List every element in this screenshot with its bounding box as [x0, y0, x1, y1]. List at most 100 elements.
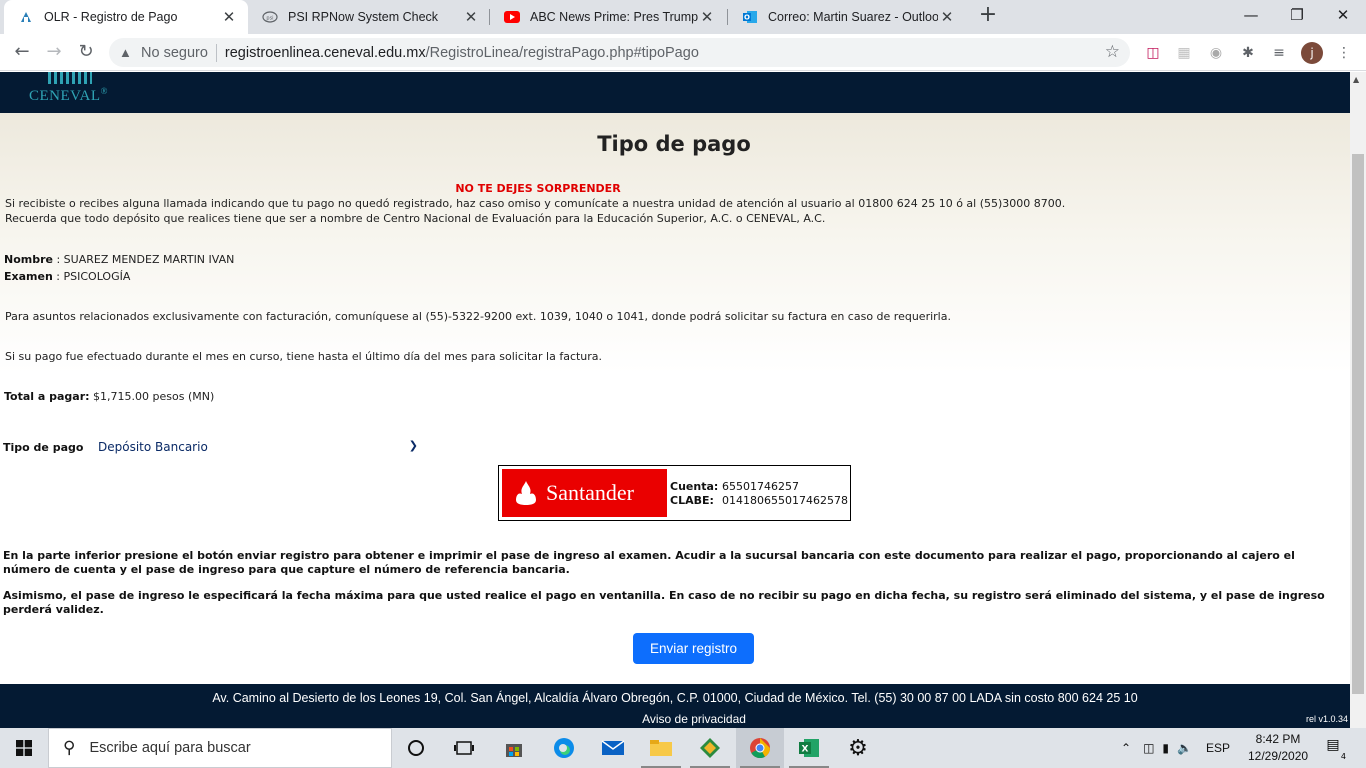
youtube-favicon-icon	[504, 9, 520, 25]
ceneval-logo[interactable]: CENEVAL®	[29, 86, 108, 105]
outlook-favicon-icon: O	[742, 9, 758, 25]
exam-value: : PSICOLOGÍA	[52, 270, 131, 283]
bank-details-box: Santander Cuenta: 65501746257 CLABE: 01418…	[498, 465, 851, 521]
file-explorer-icon[interactable]	[637, 728, 685, 768]
site-footer: Av. Camino al Desierto de los Leones 19,…	[0, 684, 1350, 728]
mail-icon[interactable]	[589, 728, 637, 768]
payment-type-select[interactable]: Depósito Bancario ❯	[98, 439, 418, 454]
profile-avatar[interactable]: j	[1301, 42, 1323, 64]
divider	[215, 43, 217, 62]
instruction-paragraph-2: Asimismo, el pase de ingreso le especifi…	[3, 589, 1325, 616]
bank-account-info: Cuenta: 65501746257 CLABE: 014180655017462…	[670, 480, 848, 508]
site-header: CENEVAL®	[0, 72, 1350, 113]
tab-olr-registro[interactable]: OLR - Registro de Pago ✕	[4, 0, 248, 34]
payment-type-label: Tipo de pago	[3, 440, 84, 454]
cortana-icon[interactable]	[392, 728, 440, 768]
tab-title: OLR - Registro de Pago	[44, 10, 178, 24]
page-title: Tipo de pago	[597, 132, 751, 156]
santander-logo: Santander	[502, 469, 667, 517]
tab-strip: OLR - Registro de Pago ✕ psi PSI RPNow S…	[0, 0, 1366, 34]
extensions-puzzle-icon[interactable]: ✱	[1238, 43, 1258, 63]
scrollbar-thumb[interactable]	[1352, 154, 1364, 694]
tab-title: Correo: Martin Suarez - Outlook	[768, 10, 938, 24]
registered-mark: ®	[100, 86, 108, 96]
forward-icon[interactable]: →	[41, 40, 67, 66]
extension-grid-icon[interactable]: ▦	[1174, 43, 1194, 63]
exam-label: Examen	[4, 270, 53, 283]
tab-psi-rpnow[interactable]: psi PSI RPNow System Check ✕	[248, 0, 490, 34]
clabe-label: CLABE:	[670, 494, 714, 507]
battery-icon[interactable]: ▮	[1162, 741, 1169, 755]
url-text[interactable]: registroenlinea.ceneval.edu.mx/RegistroL…	[225, 45, 699, 61]
svg-text:psi: psi	[266, 16, 273, 22]
network-icon[interactable]: ◫	[1143, 741, 1154, 755]
close-tab-icon[interactable]: ✕	[698, 8, 716, 26]
back-icon[interactable]: ←	[9, 40, 35, 66]
psi-favicon-icon: psi	[262, 9, 278, 25]
clock-date: 12/29/2020	[1248, 749, 1309, 763]
alert-line-1: Si recibiste o recibes alguna llamada in…	[5, 197, 1066, 210]
extension-shield-icon[interactable]: ◫	[1143, 43, 1163, 63]
show-hidden-icons-chevron-icon[interactable]: ⌃	[1121, 741, 1131, 755]
name-label: Nombre	[4, 253, 53, 266]
minimize-icon[interactable]: —	[1228, 0, 1274, 32]
scroll-up-icon[interactable]: ▲	[1353, 75, 1359, 84]
close-tab-icon[interactable]: ✕	[462, 8, 480, 26]
windows-start-icon[interactable]	[0, 728, 48, 768]
name-value: : SUAREZ MENDEZ MARTIN IVAN	[52, 253, 235, 266]
main-content: Tipo de pago NO TE DEJES SORPRENDER Si r…	[0, 113, 1350, 684]
settings-gear-icon[interactable]: ⚙	[834, 728, 882, 768]
ceneval-favicon-icon	[18, 9, 34, 25]
send-registration-button[interactable]: Enviar registro	[633, 633, 754, 664]
close-tab-icon[interactable]: ✕	[220, 8, 238, 26]
clabe-row: CLABE: 014180655017462578	[670, 494, 848, 508]
account-row: Cuenta: 65501746257	[670, 480, 848, 494]
close-tab-icon[interactable]: ✕	[938, 8, 956, 26]
total-value: $1,715.00 pesos (MN)	[89, 390, 215, 403]
logo-text: CENEVAL	[29, 88, 101, 104]
security-status[interactable]: No seguro	[141, 45, 208, 61]
media-control-icon[interactable]: ≡	[1269, 43, 1289, 63]
page-scrollbar[interactable]: ▲	[1350, 72, 1366, 728]
alert-line-2: Recuerda que todo depósito que realices …	[5, 212, 826, 225]
privacy-link[interactable]: Aviso de privacidad	[0, 712, 1350, 726]
notification-count: 4	[1340, 752, 1346, 761]
close-window-icon[interactable]: ✕	[1320, 0, 1366, 32]
alert-title: NO TE DEJES SORPRENDER	[455, 182, 621, 195]
santander-flame-icon	[516, 481, 536, 505]
clock[interactable]: 8:42 PM 12/29/2020	[1248, 731, 1308, 765]
excel-icon[interactable]: X	[785, 728, 833, 768]
instruction-paragraph-1: En la parte inferior presione el botón e…	[3, 549, 1295, 576]
volume-icon[interactable]: 🔈	[1177, 741, 1192, 755]
billing-text: Para asuntos relacionados exclusivamente…	[5, 310, 951, 323]
maximize-icon[interactable]: ❐	[1274, 0, 1320, 32]
search-icon: ⚲	[63, 738, 76, 757]
svg-text:X: X	[802, 745, 809, 755]
tab-outlook[interactable]: O Correo: Martin Suarez - Outlook ✕	[728, 0, 966, 34]
browser-toolbar: ← → ↻ ▲ No seguro registroenlinea.ceneva…	[0, 34, 1366, 71]
game-app-icon[interactable]	[686, 728, 734, 768]
warning-triangle-icon[interactable]: ▲	[119, 45, 135, 60]
payment-type-value: Depósito Bancario	[98, 440, 208, 454]
svg-text:O: O	[744, 14, 750, 22]
bookmark-star-icon[interactable]: ☆	[1105, 42, 1120, 62]
taskbar-search-input[interactable]: ⚲ Escribe aquí para buscar	[48, 728, 392, 768]
new-tab-icon[interactable]: +	[976, 4, 1000, 28]
extension-circle-icon[interactable]: ◉	[1206, 43, 1226, 63]
chrome-icon[interactable]	[736, 728, 784, 768]
input-language[interactable]: ESP	[1206, 741, 1230, 755]
total-label: Total a pagar:	[4, 390, 90, 403]
account-value: 65501746257	[722, 480, 799, 493]
reload-icon[interactable]: ↻	[73, 40, 99, 66]
notification-center-icon[interactable]: ▤ 4	[1322, 737, 1346, 761]
task-view-icon[interactable]	[440, 728, 488, 768]
tab-abc-news[interactable]: ABC News Prime: Pres Trump's fi ✕	[490, 0, 726, 34]
bank-name: Santander	[546, 480, 634, 505]
address-bar[interactable]: ▲ No seguro registroenlinea.ceneval.edu.…	[109, 38, 1130, 67]
url-path: /RegistroLinea/registraPago.php#tipoPago	[425, 44, 699, 61]
menu-kebab-icon[interactable]: ⋮	[1334, 43, 1354, 63]
footer-address: Av. Camino al Desierto de los Leones 19,…	[212, 691, 1138, 705]
edge-icon[interactable]	[540, 728, 588, 768]
store-icon[interactable]	[490, 728, 538, 768]
chevron-down-icon: ❯	[408, 439, 418, 452]
